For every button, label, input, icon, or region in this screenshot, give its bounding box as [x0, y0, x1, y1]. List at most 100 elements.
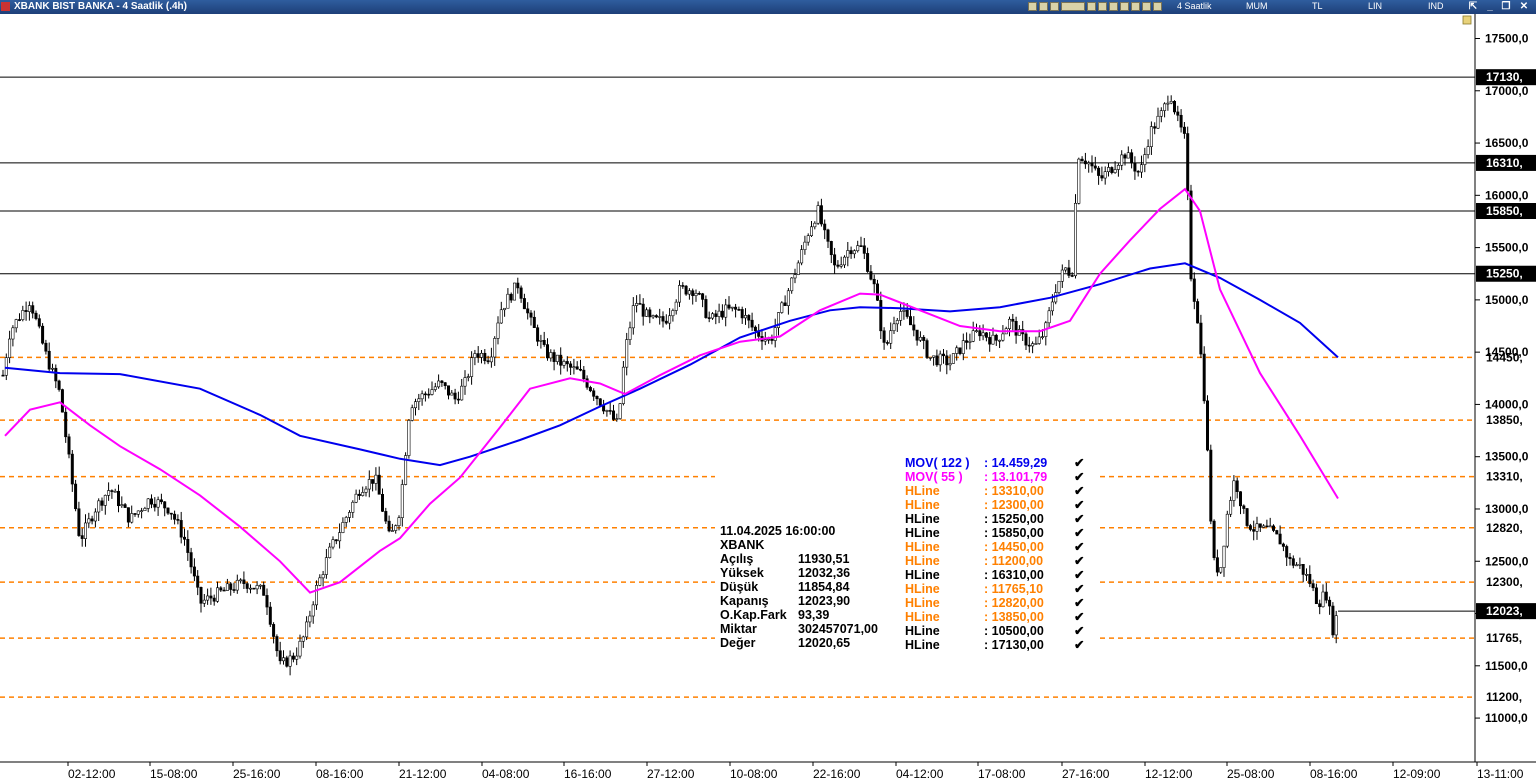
candle-body [295, 655, 299, 660]
menu-scale[interactable]: LIN [1368, 1, 1382, 11]
candle-body [1014, 320, 1018, 336]
candle-body [988, 337, 992, 345]
candle-body [955, 347, 959, 354]
toolbar-tool-icon[interactable] [1028, 2, 1037, 11]
candle-body [460, 385, 464, 401]
candle-body [390, 530, 394, 532]
candle-body [1077, 158, 1081, 204]
candle-body [1143, 154, 1147, 165]
candle-body [249, 587, 253, 590]
candle-body [625, 339, 629, 368]
y-tick-label: 11000,0 [1485, 711, 1528, 725]
candle-body [882, 330, 886, 343]
candle-body [572, 366, 576, 369]
info-value: 11930,51 [798, 552, 849, 566]
legend-value: : 16310,00 [984, 568, 1044, 582]
candle-body [493, 338, 497, 358]
candle-body [575, 366, 579, 370]
candle-body [1166, 102, 1170, 105]
legend-value: : 12300,00 [984, 498, 1044, 512]
toolbar-tool-icon[interactable] [1098, 2, 1107, 11]
candle-body [1235, 480, 1239, 492]
legend-name: HLine [905, 582, 940, 596]
candle-body [1275, 530, 1279, 535]
restore-icon[interactable]: ❐ [1500, 1, 1512, 12]
candle-body [545, 344, 549, 359]
candle-body [371, 479, 375, 484]
candle-body [786, 290, 790, 306]
candle-body [915, 329, 919, 341]
legend-name: HLine [905, 498, 940, 512]
toolbar-tool-icon[interactable] [1120, 2, 1129, 11]
toolbar-tool-icon[interactable] [1153, 2, 1162, 11]
candle-body [308, 615, 312, 623]
toolbar-tool-icon[interactable] [1061, 2, 1085, 11]
candle-body [407, 420, 411, 456]
legend-value: : 17130,00 [984, 638, 1044, 652]
candle-body [965, 340, 969, 343]
candle-body [476, 353, 480, 358]
candle-body [1080, 158, 1084, 162]
candle-body [166, 507, 170, 514]
candle-body [281, 657, 285, 662]
menu-indicators[interactable]: IND [1428, 1, 1444, 11]
candle-body [291, 655, 295, 660]
candle-body [720, 310, 724, 318]
candle-body [143, 508, 147, 511]
toolbar-tool-icon[interactable] [1142, 2, 1151, 11]
candle-body [196, 575, 200, 588]
toolbar-tool-icon[interactable] [1131, 2, 1140, 11]
candle-body [199, 587, 203, 604]
candle-body [413, 401, 417, 409]
candle-body [984, 332, 988, 338]
candle-body [542, 340, 546, 345]
candle-body [552, 352, 556, 362]
candle-body [694, 293, 698, 296]
candle-body [1278, 533, 1282, 545]
candle-body [677, 285, 681, 303]
candle-body [354, 493, 358, 503]
candle-body [727, 304, 731, 309]
candle-body [687, 290, 691, 295]
menu-currency[interactable]: TL [1312, 1, 1323, 11]
toolbar-tool-icon[interactable] [1039, 2, 1048, 11]
close-icon[interactable]: ✕ [1518, 1, 1530, 12]
candle-body [743, 315, 747, 319]
candle-body [1057, 280, 1061, 293]
candle-body [41, 325, 45, 344]
pin-icon[interactable]: ⇱ [1467, 1, 1479, 12]
chart-canvas[interactable]: 17500,0 17000,0 16500,0 16000,0 15500,0 15000… [0, 14, 1536, 781]
candle-body [753, 326, 757, 331]
candle-body [169, 512, 173, 515]
candle-body [806, 235, 810, 243]
y-tick-label: 13000,0 [1485, 502, 1529, 516]
candle-body [994, 334, 998, 341]
candle-body [453, 392, 457, 400]
candle-body [621, 366, 625, 404]
candle-body [641, 303, 645, 317]
candle-body [1123, 154, 1127, 159]
menu-interval[interactable]: 4 Saatlik [1177, 1, 1212, 11]
candle-body [209, 595, 213, 599]
candle-body [21, 310, 25, 320]
candle-body [1242, 505, 1246, 509]
candle-body [796, 262, 800, 275]
legend-value: : 14.459,29 [984, 456, 1047, 470]
candle-body [70, 453, 74, 485]
candle-body [258, 584, 262, 587]
toolbar-tool-icon[interactable] [1050, 2, 1059, 11]
candle-body [1209, 449, 1213, 522]
info-box: 11.04.2025 16:00:00XBANKAçılış 11930,51 Yü… [720, 524, 878, 650]
candle-body [856, 245, 860, 252]
info-label: Değer [720, 636, 756, 650]
legend-check-icon: ✔ [1074, 554, 1084, 568]
toolbar-tool-icon[interactable] [1087, 2, 1096, 11]
candle-body [1116, 165, 1120, 170]
candle-body [1037, 336, 1041, 344]
toolbar-tool-icon[interactable] [1109, 2, 1118, 11]
candle-body [8, 338, 12, 358]
candle-body [110, 490, 114, 492]
legend-value: : 13.101,79 [984, 470, 1047, 484]
menu-chart-type[interactable]: MUM [1246, 1, 1268, 11]
minimize-icon[interactable]: _ [1484, 1, 1496, 12]
